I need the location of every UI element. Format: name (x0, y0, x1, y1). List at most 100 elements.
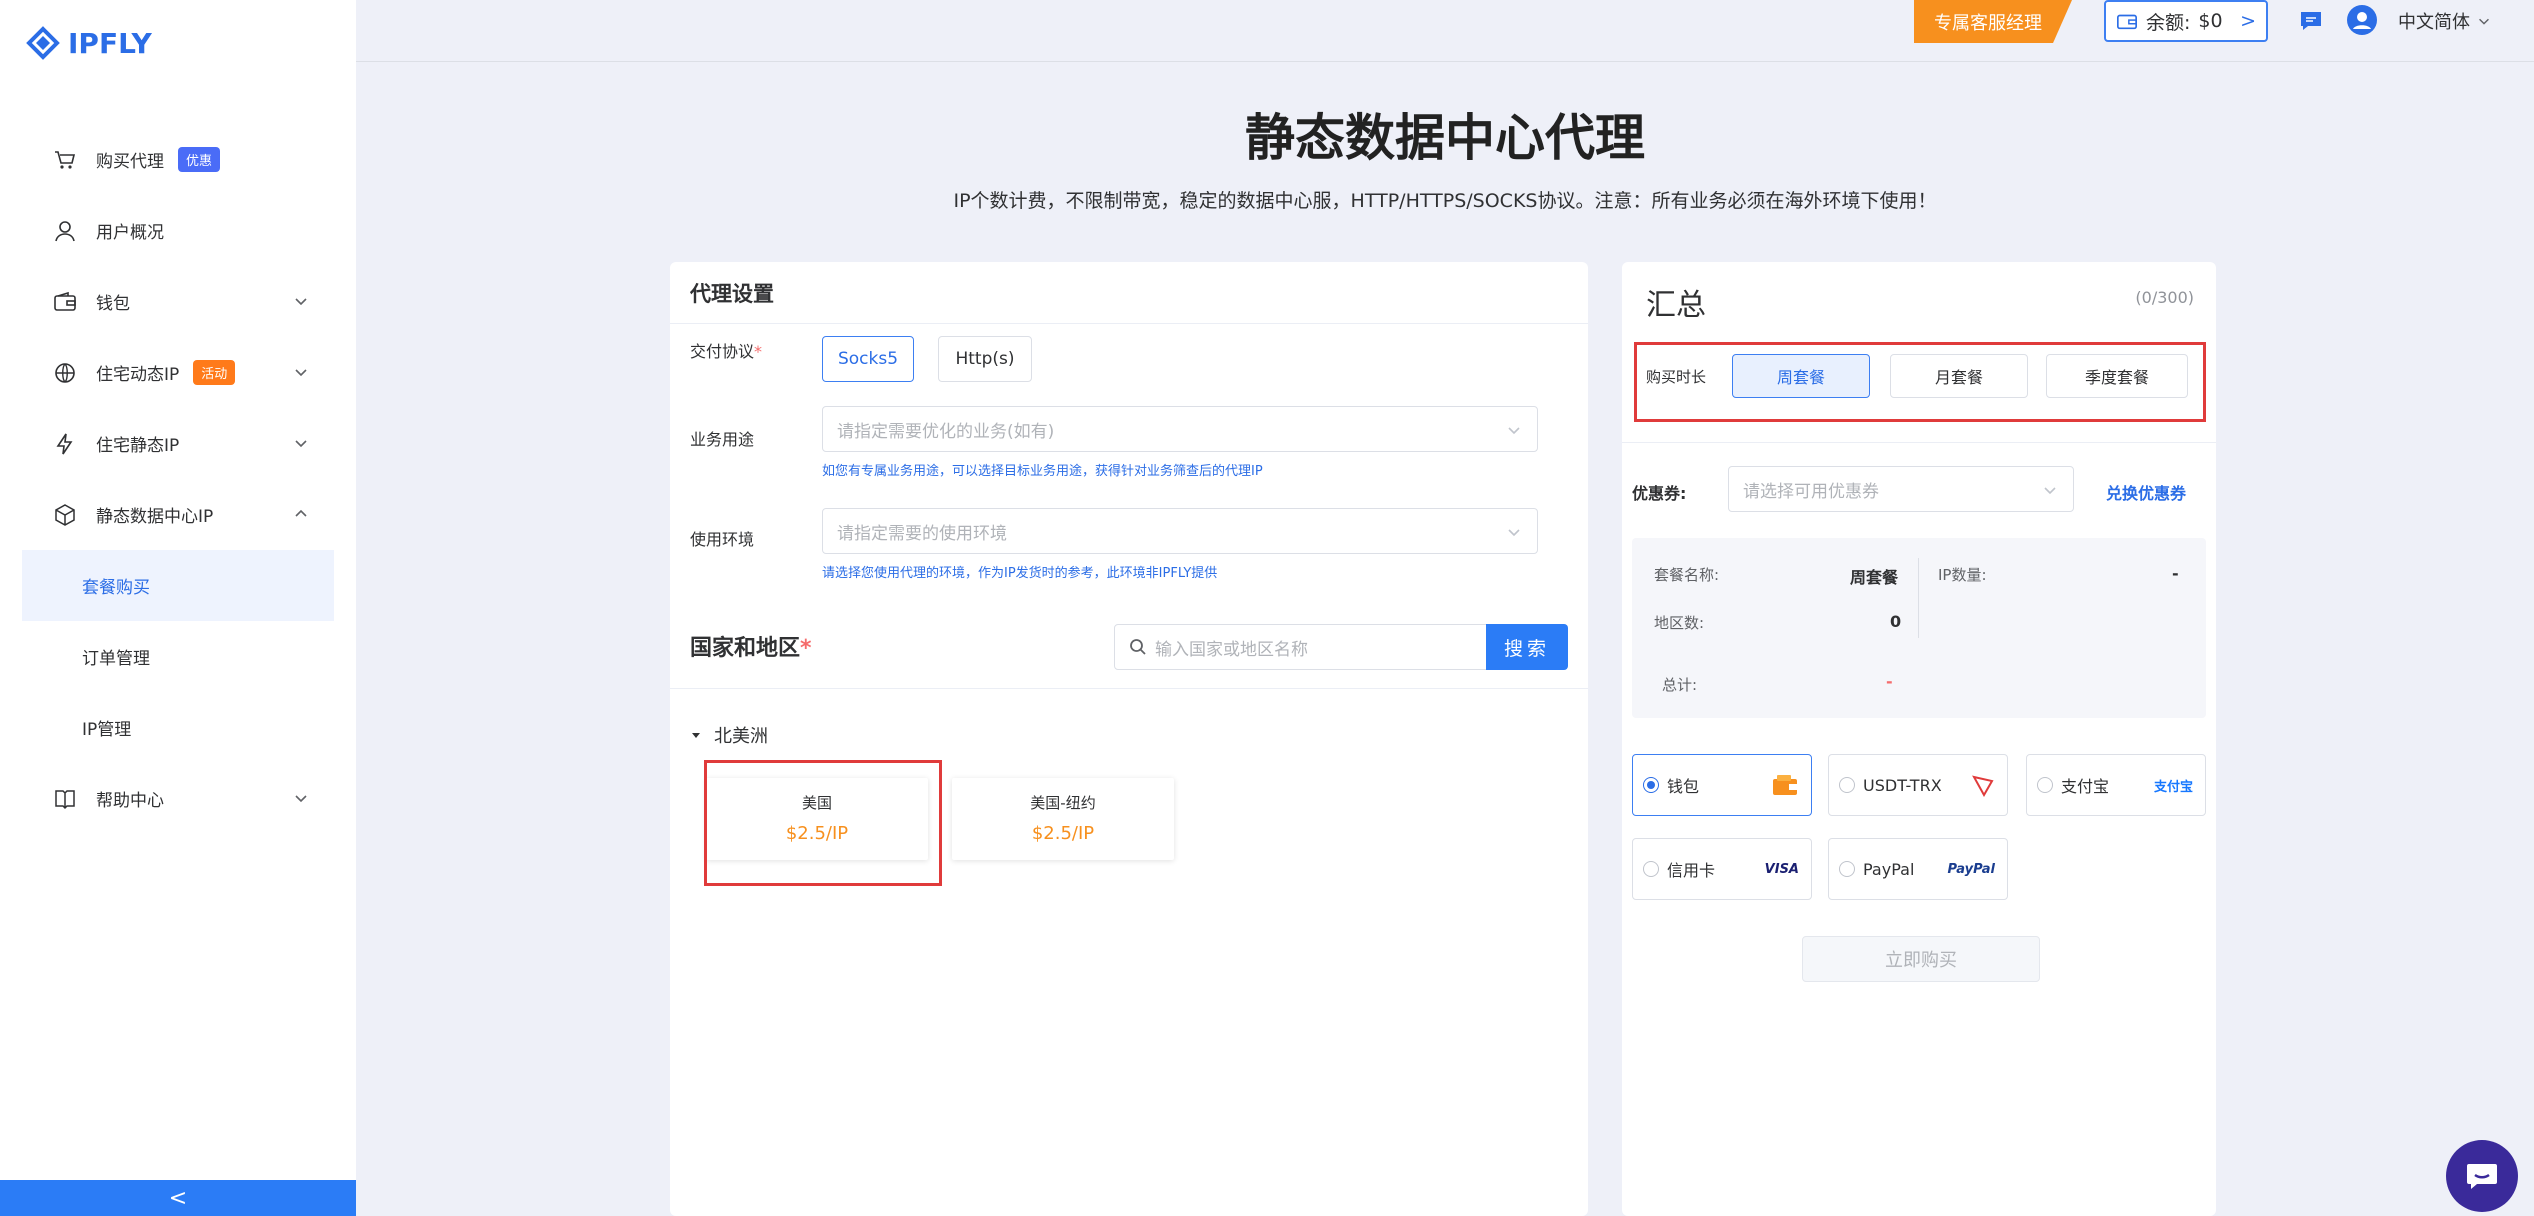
search-button[interactable]: 搜索 (1486, 624, 1568, 670)
business-hint: 如您有专属业务用途，可以选择目标业务用途，获得针对业务筛查后的代理IP (822, 464, 1263, 479)
sidebar-item-wallet[interactable]: 钱包 (0, 266, 356, 337)
coupon-select[interactable]: 请选择可用优惠券 (1728, 466, 2074, 512)
protocol-label: 交付协议* (690, 338, 762, 362)
country-name: 美国-纽约 (1030, 794, 1096, 812)
sidebar-collapse-button[interactable]: < (0, 1180, 356, 1216)
sidebar-item-residential-static[interactable]: 住宅静态IP (0, 408, 356, 479)
chevron-up-icon (295, 509, 307, 517)
region-count-label: 地区数: (1654, 614, 1705, 632)
sidebar-item-label: 钱包 (96, 294, 130, 314)
payment-label: PayPal (1863, 859, 1915, 879)
chevron-down-icon (1508, 529, 1520, 537)
duration-monthly-button[interactable]: 月套餐 (1890, 354, 2028, 398)
brand-logo[interactable]: IPFLY (26, 26, 152, 60)
duration-weekly-button[interactable]: 周套餐 (1732, 354, 1870, 398)
page-subtitle: IP个数计费，不限制带宽，稳定的数据中心服，HTTP/HTTPS/SOCKS协议… (953, 190, 1937, 212)
region-north-america[interactable]: 北美洲 (690, 722, 768, 748)
business-placeholder: 请指定需要优化的业务(如有) (837, 421, 1055, 442)
chevron-down-icon (2479, 18, 2489, 25)
coupon-placeholder: 请选择可用优惠券 (1743, 481, 1879, 502)
country-title-text: 国家和地区 (690, 636, 801, 661)
balance-label: 余额: (2146, 11, 2191, 34)
chevron-down-icon (295, 369, 307, 377)
sidebar-nav: 购买代理 优惠 用户概况 钱包 住宅动态IP 活动 住宅静态IP 静态数据中心I… (0, 124, 356, 834)
radio-unselected (1839, 777, 1855, 793)
sidebar-subitem-order-management[interactable]: 订单管理 (0, 621, 356, 692)
payment-usdt-trx[interactable]: USDT-TRX (1828, 754, 2008, 816)
country-section-title: 国家和地区* (690, 630, 812, 662)
sidebar-item-buy-proxy[interactable]: 购买代理 优惠 (0, 124, 356, 195)
discount-badge: 优惠 (178, 147, 221, 172)
sidebar-item-help-center[interactable]: 帮助中心 (0, 763, 356, 834)
summary-card: 汇总 (0/300) 购买时长 周套餐 月套餐 季度套餐 优惠券: 请选择可用优… (1622, 262, 2216, 1216)
business-select[interactable]: 请指定需要优化的业务(如有) (822, 406, 1538, 452)
sidebar: IPFLY 购买代理 优惠 用户概况 钱包 住宅动态IP 活动 住宅静态IP 静… (0, 0, 356, 1216)
required-mark: * (800, 636, 812, 661)
sidebar-item-label: 帮助中心 (96, 791, 164, 811)
wallet-icon (1773, 775, 1797, 795)
account-manager-button[interactable]: 专属客服经理 (1914, 0, 2072, 43)
divider (1622, 442, 2216, 443)
sidebar-item-label: 住宅静态IP (96, 436, 180, 456)
payment-paypal[interactable]: PayPal PayPal (1828, 838, 2008, 900)
event-badge: 活动 (193, 360, 236, 385)
search-icon (1130, 639, 1146, 655)
sidebar-subitem-ip-management[interactable]: IP管理 (0, 692, 356, 763)
divider (1918, 558, 1919, 638)
avatar-icon[interactable] (2346, 4, 2378, 36)
ipfly-logo-icon (26, 26, 60, 60)
sidebar-item-label: 住宅动态IP (96, 365, 180, 385)
protocol-label-text: 交付协议 (690, 342, 755, 361)
payment-label: 钱包 (1667, 777, 1700, 796)
caret-down-icon (692, 733, 700, 738)
language-selector[interactable]: 中文简体 (2398, 8, 2492, 34)
sidebar-item-static-datacenter[interactable]: 静态数据中心IP (0, 479, 356, 550)
sidebar-item-residential-dynamic[interactable]: 住宅动态IP 活动 (0, 337, 356, 408)
coupon-label: 优惠券: (1632, 484, 1687, 503)
cart-icon (52, 147, 78, 173)
radio-unselected (1643, 861, 1659, 877)
protocol-socks5-button[interactable]: Socks5 (822, 336, 914, 382)
chat-bubble-icon (2467, 1164, 2497, 1189)
paypal-logo: PayPal (1947, 861, 1995, 877)
sidebar-subitem-package-purchase[interactable]: 套餐购买 (22, 550, 334, 621)
chevron-down-icon (295, 795, 307, 803)
wallet-icon (52, 289, 78, 315)
env-select[interactable]: 请指定需要的使用环境 (822, 508, 1538, 554)
duration-quarterly-button[interactable]: 季度套餐 (2046, 354, 2188, 398)
summary-title: 汇总 (1646, 288, 1706, 323)
chevron-down-icon (2044, 487, 2056, 495)
radio-selected (1643, 777, 1659, 793)
summary-details: 套餐名称: 周套餐 IP数量: - 地区数: 0 总计: - (1632, 538, 2206, 718)
protocol-https-button[interactable]: Http(s) (938, 336, 1032, 382)
book-icon (52, 786, 78, 812)
globe-icon (52, 360, 78, 386)
country-card-us-newyork[interactable]: 美国-纽约 $2.5/IP (952, 778, 1174, 860)
business-label: 业务用途 (690, 430, 755, 449)
payment-label: 支付宝 (2061, 777, 2110, 796)
search-placeholder: 输入国家或地区名称 (1155, 639, 1308, 660)
env-hint: 请选择您使用代理的环境，作为IP发货时的参考，此环境非IPFLY提供 (822, 566, 1218, 581)
sidebar-item-user-overview[interactable]: 用户概况 (0, 195, 356, 266)
payment-alipay[interactable]: 支付宝 支付宝 (2026, 754, 2206, 816)
cube-icon (52, 502, 78, 528)
country-search-input[interactable]: 输入国家或地区名称 (1114, 624, 1488, 670)
total-value: - (1886, 672, 1893, 691)
visa-logo: VISA (1764, 861, 1799, 877)
message-icon[interactable] (2298, 8, 2324, 34)
wallet-icon (2117, 14, 2137, 30)
language-label: 中文简体 (2398, 12, 2470, 33)
payment-wallet[interactable]: 钱包 (1632, 754, 1812, 816)
region-label: 北美洲 (714, 726, 768, 747)
payment-credit-card[interactable]: 信用卡 VISA (1632, 838, 1812, 900)
support-chat-button[interactable] (2446, 1140, 2518, 1212)
sidebar-item-label: 静态数据中心IP (96, 507, 214, 527)
redeem-coupon-link[interactable]: 兑换优惠券 (2106, 480, 2186, 504)
alipay-logo: 支付宝 (2153, 779, 2193, 795)
env-placeholder: 请指定需要的使用环境 (837, 523, 1007, 544)
topbar: 专属客服经理 余额: $0 > 中文简体 (356, 0, 2534, 62)
buy-now-button[interactable]: 立即购买 (1802, 936, 2040, 982)
chevron-down-icon (295, 440, 307, 448)
proxy-settings-title: 代理设置 (670, 262, 1588, 324)
balance-button[interactable]: 余额: $0 > (2104, 0, 2268, 42)
